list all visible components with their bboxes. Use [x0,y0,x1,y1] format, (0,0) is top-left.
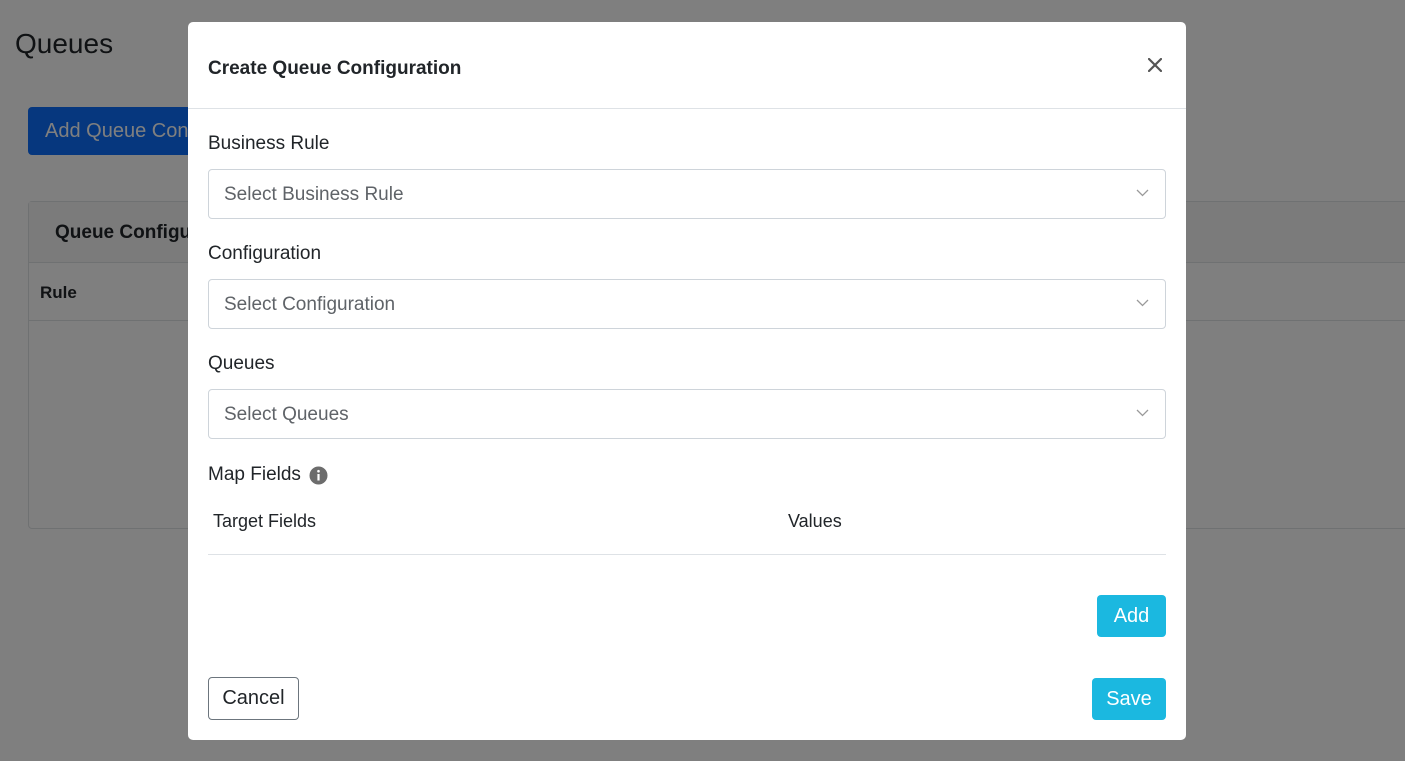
configuration-label: Configuration [208,243,322,264]
map-fields-label: Map Fields [208,464,301,485]
chevron-down-icon [1136,189,1149,197]
chevron-down-icon [1136,299,1149,307]
queues-select[interactable]: Select Queues [208,389,1166,439]
queues-label: Queues [208,353,275,374]
create-queue-configuration-modal: Create Queue Configuration Business Rule… [188,22,1186,740]
map-fields-heading: Map Fields [208,463,328,487]
modal-header: Create Queue Configuration [188,22,1186,109]
modal-title: Create Queue Configuration [208,58,462,79]
cancel-button[interactable]: Cancel [208,677,299,720]
info-icon[interactable] [309,466,328,485]
business-rule-select[interactable]: Select Business Rule [208,169,1166,219]
business-rule-label: Business Rule [208,133,330,154]
add-mapping-button[interactable]: Add [1097,595,1166,637]
map-fields-table-header: Target Fields Values [208,500,1166,555]
close-icon [1148,57,1162,72]
queues-placeholder: Select Queues [224,404,349,425]
configuration-select[interactable]: Select Configuration [208,279,1166,329]
business-rule-placeholder: Select Business Rule [224,184,404,205]
save-button[interactable]: Save [1092,678,1166,720]
close-button[interactable] [1140,46,1170,76]
chevron-down-icon [1136,409,1149,417]
column-header-target-fields: Target Fields [213,511,317,531]
configuration-placeholder: Select Configuration [224,294,396,315]
column-header-values: Values [788,511,842,531]
